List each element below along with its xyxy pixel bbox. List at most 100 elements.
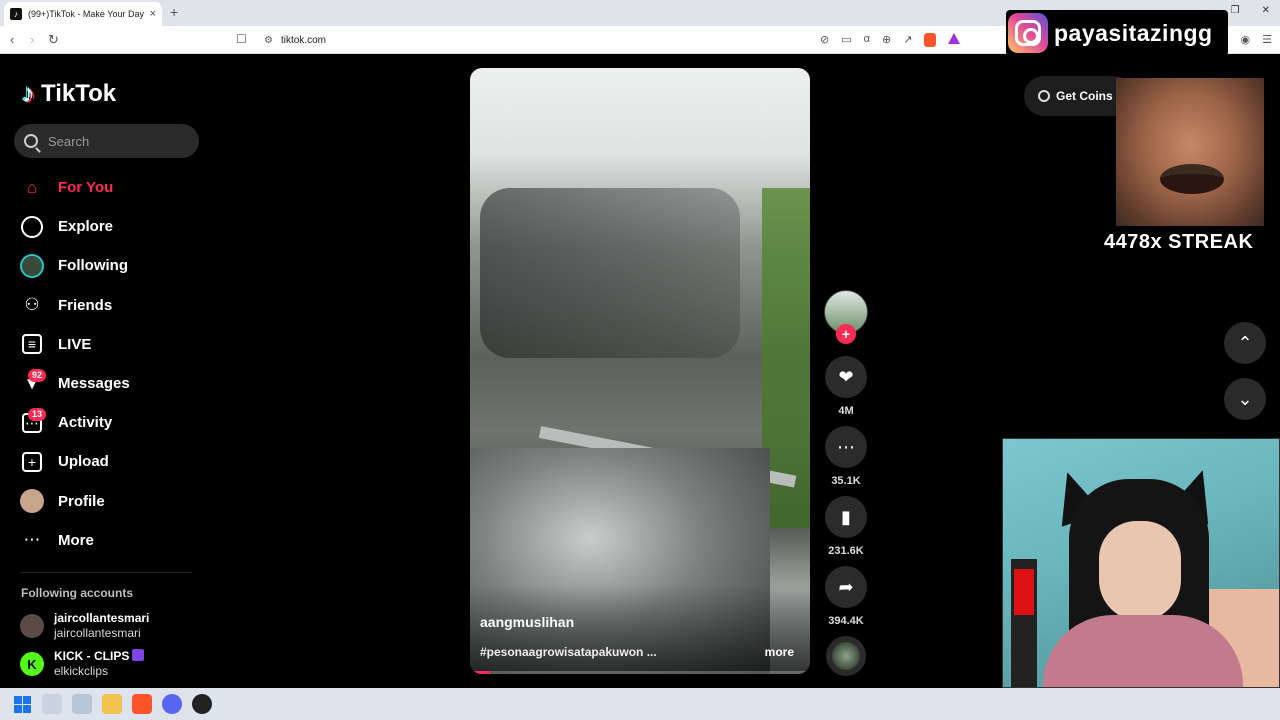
url-text: tiktok.com bbox=[280, 34, 326, 46]
address-bar-icons: ⊘ ▭ α ⊕ ↗ bbox=[820, 33, 961, 47]
music-disc-icon[interactable] bbox=[826, 636, 866, 676]
messages-icon: ▼ 92 bbox=[20, 368, 47, 396]
windows-taskbar bbox=[0, 688, 1280, 720]
chevron-up-icon: ⌃ bbox=[1237, 332, 1253, 353]
tiktok-logo[interactable]: ♪ TikTok bbox=[22, 78, 116, 109]
upload-icon: + bbox=[20, 450, 44, 474]
brave-rewards-icon[interactable] bbox=[948, 33, 961, 44]
emoji-icon bbox=[132, 649, 145, 661]
close-tab-icon[interactable]: × bbox=[150, 8, 156, 20]
sidebar-item-for-you[interactable]: ⌂ For You bbox=[20, 168, 200, 207]
translate-icon[interactable]: α bbox=[864, 33, 870, 47]
following-account-row[interactable]: K KICK - CLIPS elkickclips bbox=[20, 648, 200, 680]
share-icon[interactable]: ↗ bbox=[903, 33, 912, 47]
sidebar-item-live[interactable]: ≡ LIVE bbox=[20, 325, 200, 364]
next-video-button[interactable]: ⌄ bbox=[1224, 378, 1266, 420]
following-avatar-icon bbox=[20, 253, 44, 278]
sidebar-item-label: Following bbox=[58, 257, 128, 275]
instagram-overlay: payasitazingg bbox=[1006, 10, 1228, 56]
account-avatar bbox=[20, 614, 44, 638]
menu-icon[interactable]: ☰ bbox=[1262, 33, 1272, 46]
browser-tab[interactable]: ♪ (99+)TikTok - Make Your Day × bbox=[4, 2, 162, 26]
forward-icon[interactable]: › bbox=[30, 32, 34, 47]
maximize-icon[interactable]: ❐ bbox=[1231, 5, 1240, 16]
messages-badge: 92 bbox=[28, 368, 47, 382]
new-tab-button[interactable]: + bbox=[170, 4, 178, 20]
get-coins-label: Get Coins bbox=[1056, 89, 1113, 103]
save-action[interactable]: ▮ 231.6K bbox=[824, 496, 868, 557]
windows-start-icon[interactable] bbox=[12, 694, 32, 714]
search-box[interactable] bbox=[14, 124, 199, 158]
like-count: 4M bbox=[838, 405, 854, 417]
sidebar-item-messages[interactable]: ▼ 92 Messages bbox=[20, 364, 200, 403]
streak-counter: 4478x STREAK bbox=[1104, 231, 1254, 253]
compass-icon bbox=[20, 215, 44, 239]
sidebar-item-label: Messages bbox=[58, 375, 130, 393]
reload-icon[interactable]: ↻ bbox=[48, 32, 59, 48]
video-progress-bar[interactable] bbox=[470, 671, 810, 674]
video-player[interactable]: aangmuslihan #pesonaagrowisatapakuwon ..… bbox=[470, 68, 810, 674]
share-count: 394.4K bbox=[828, 615, 864, 627]
sidebar-item-more[interactable]: ⋯ More bbox=[20, 521, 200, 560]
instagram-handle: payasitazingg bbox=[1054, 19, 1213, 46]
brave-shields-icon[interactable] bbox=[924, 33, 937, 47]
brave-browser-icon[interactable] bbox=[132, 694, 152, 714]
media-icon[interactable]: ⊘ bbox=[820, 33, 829, 47]
search-icon bbox=[24, 134, 38, 148]
screen: ♪ (99+)TikTok - Make Your Day × + – ❐ ✕ … bbox=[0, 0, 1280, 720]
search-input[interactable] bbox=[48, 133, 188, 149]
site-info-icon[interactable]: ⚙ bbox=[264, 35, 273, 46]
share-arrow-icon[interactable]: ➦ bbox=[825, 566, 867, 608]
sidebar-item-friends[interactable]: ⚇ Friends bbox=[20, 286, 200, 325]
profile-avatar-icon bbox=[20, 489, 44, 514]
file-explorer-icon[interactable] bbox=[102, 694, 122, 714]
vpn-icon[interactable]: ◉ bbox=[1241, 33, 1251, 46]
sidebar-item-following[interactable]: Following bbox=[20, 246, 200, 285]
close-window-icon[interactable]: ✕ bbox=[1262, 5, 1270, 16]
following-account-row[interactable]: jaircollantesmari jaircollantesmari bbox=[20, 610, 200, 642]
account-handle: elkickclips bbox=[54, 664, 109, 678]
comment-count: 35.1K bbox=[831, 475, 861, 487]
sidebar-divider bbox=[20, 572, 192, 573]
follow-button[interactable]: + bbox=[836, 324, 856, 344]
video-progress-fill bbox=[470, 671, 491, 674]
comment-icon[interactable]: ⋯ bbox=[825, 426, 867, 468]
widgets-icon[interactable] bbox=[72, 694, 92, 714]
sidebar-nav: ⌂ For You Explore Following ⚇ Friends ≡ … bbox=[20, 168, 200, 560]
discord-icon[interactable] bbox=[162, 694, 182, 714]
caption-more-button[interactable]: more bbox=[765, 645, 794, 659]
video-caption[interactable]: #pesonaagrowisatapakuwon ... bbox=[480, 645, 657, 659]
cast-icon[interactable]: ▭ bbox=[841, 33, 851, 47]
sidebar-item-label: Profile bbox=[58, 492, 105, 510]
account-name: KICK - CLIPS bbox=[54, 649, 130, 663]
sidebar-item-label: Friends bbox=[58, 296, 113, 314]
sidebar-item-label: Upload bbox=[58, 453, 109, 471]
sidebar-item-explore[interactable]: Explore bbox=[20, 207, 200, 246]
coin-icon bbox=[1038, 90, 1050, 102]
zoom-icon[interactable]: ⊕ bbox=[882, 33, 891, 47]
streamer-webcam bbox=[1002, 438, 1280, 688]
bookmark-icon[interactable]: ☐ bbox=[236, 32, 247, 46]
activity-badge: 13 bbox=[28, 407, 47, 421]
account-handle: jaircollantesmari bbox=[54, 626, 141, 640]
video-author[interactable]: aangmuslihan bbox=[480, 614, 574, 630]
friends-icon: ⚇ bbox=[24, 295, 40, 315]
tab-title: (99+)TikTok - Make Your Day bbox=[28, 9, 144, 19]
share-action[interactable]: ➦ 394.4K bbox=[824, 566, 868, 627]
tiktok-note-icon: ♪ bbox=[22, 78, 35, 108]
live-tv-icon: ≡ bbox=[20, 332, 44, 356]
instagram-logo-icon bbox=[1008, 13, 1048, 53]
comment-action[interactable]: ⋯ 35.1K bbox=[824, 426, 868, 487]
previous-video-button[interactable]: ⌃ bbox=[1224, 322, 1266, 364]
obs-icon[interactable] bbox=[192, 694, 212, 714]
heart-icon[interactable]: ❤ bbox=[825, 356, 867, 398]
back-icon[interactable]: ‹ bbox=[10, 32, 14, 47]
tiktok-favicon-icon: ♪ bbox=[10, 8, 22, 20]
like-action[interactable]: ❤ 4M bbox=[824, 356, 868, 417]
task-view-icon[interactable] bbox=[42, 694, 62, 714]
sidebar-item-label: LIVE bbox=[58, 335, 92, 353]
sidebar-item-activity[interactable]: ⋯ 13 Activity bbox=[20, 403, 200, 442]
sidebar-item-upload[interactable]: + Upload bbox=[20, 442, 200, 481]
bookmark-icon[interactable]: ▮ bbox=[825, 496, 867, 538]
sidebar-item-profile[interactable]: Profile bbox=[20, 482, 200, 521]
